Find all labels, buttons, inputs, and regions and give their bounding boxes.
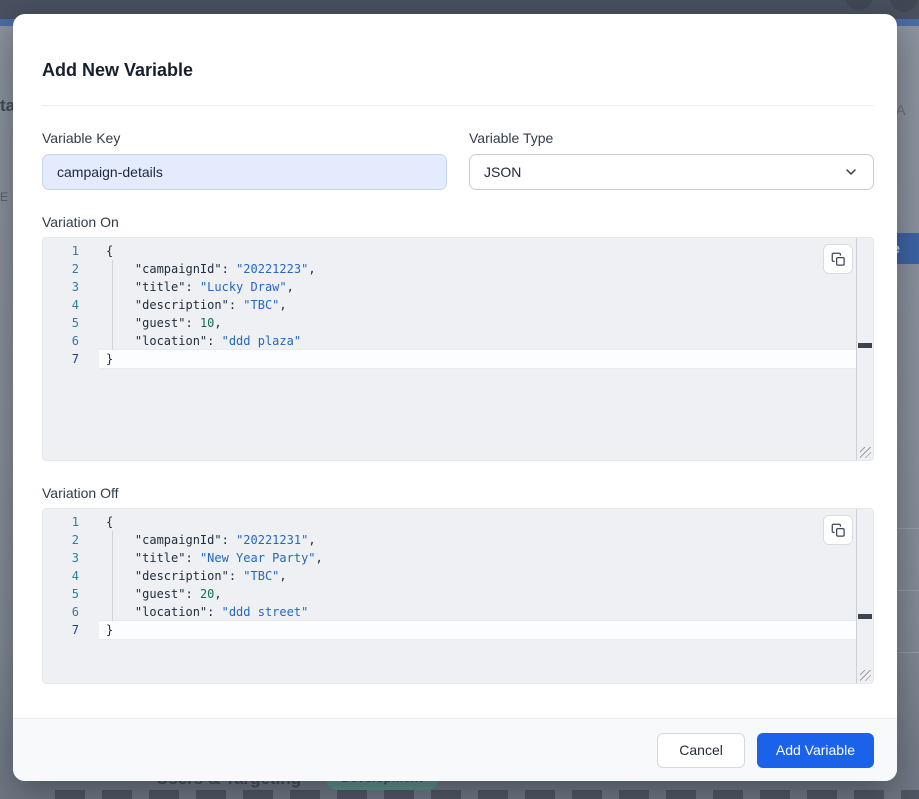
code-line[interactable]: { xyxy=(99,513,857,531)
background-partial-label: E xyxy=(0,190,8,204)
code-line[interactable]: "guest": 20, xyxy=(99,585,857,603)
line-number: 6 xyxy=(43,332,79,350)
scrollbar-thumb[interactable] xyxy=(858,343,872,348)
line-number: 5 xyxy=(43,585,79,603)
add-variable-button[interactable]: Add Variable xyxy=(757,733,874,768)
avatar xyxy=(890,0,918,12)
variable-type-select[interactable]: JSON xyxy=(469,154,874,190)
cancel-button[interactable]: Cancel xyxy=(657,733,745,768)
copy-icon xyxy=(831,523,846,538)
resize-handle[interactable] xyxy=(860,670,871,681)
variable-key-input[interactable] xyxy=(42,154,447,190)
line-number: 2 xyxy=(43,531,79,549)
line-number: 2 xyxy=(43,260,79,278)
variation-on-label: Variation On xyxy=(42,214,874,230)
variable-key-label: Variable Key xyxy=(42,130,447,146)
avatar xyxy=(845,0,873,10)
modal-footer: Cancel Add Variable xyxy=(13,718,897,781)
indent-guide xyxy=(112,260,113,350)
code-area[interactable]: { "campaignId": "20221231", "title": "Ne… xyxy=(99,509,857,683)
scrollbar-track xyxy=(856,238,857,460)
code-line[interactable]: "campaignId": "20221231", xyxy=(99,531,857,549)
code-line[interactable]: { xyxy=(99,242,857,260)
code-line[interactable]: "location": "ddd street" xyxy=(99,603,857,621)
code-line[interactable]: "guest": 10, xyxy=(99,314,857,332)
variation-on-editor[interactable]: 1234567 { "campaignId": "20221223", "tit… xyxy=(42,237,874,461)
variable-type-label: Variable Type xyxy=(469,130,874,146)
screen: tai E 4 A Ne s a ee l Users & Targeting … xyxy=(0,0,919,799)
copy-button[interactable] xyxy=(823,515,853,545)
code-line[interactable]: "title": "Lucky Draw", xyxy=(99,278,857,296)
variable-type-value: JSON xyxy=(484,164,521,180)
line-number: 7 xyxy=(43,350,79,368)
variation-off-label: Variation Off xyxy=(42,485,874,501)
line-number: 3 xyxy=(43,278,79,296)
line-number: 7 xyxy=(43,621,79,639)
scrollbar-thumb[interactable] xyxy=(858,614,872,619)
code-line[interactable]: "description": "TBC", xyxy=(99,567,857,585)
divider xyxy=(42,105,874,106)
line-number: 5 xyxy=(43,314,79,332)
line-number-gutter: 1234567 xyxy=(43,238,79,460)
code-line[interactable]: "campaignId": "20221223", xyxy=(99,260,857,278)
line-number: 6 xyxy=(43,603,79,621)
code-line[interactable]: "description": "TBC", xyxy=(99,296,857,314)
line-number: 4 xyxy=(43,296,79,314)
code-area[interactable]: { "campaignId": "20221223", "title": "Lu… xyxy=(99,238,857,460)
resize-handle[interactable] xyxy=(860,447,871,458)
line-number: 3 xyxy=(43,549,79,567)
code-line[interactable]: } xyxy=(99,621,857,639)
scrollbar-track xyxy=(856,509,857,683)
code-line[interactable]: } xyxy=(99,350,857,368)
copy-icon xyxy=(831,252,846,267)
variation-off-editor[interactable]: 1234567 { "campaignId": "20221231", "tit… xyxy=(42,508,874,684)
add-variable-modal: Add New Variable Variable Key Variable T… xyxy=(13,14,897,781)
line-number: 1 xyxy=(43,242,79,260)
code-line[interactable]: "location": "ddd plaza" xyxy=(99,332,857,350)
chevron-down-icon xyxy=(843,164,859,180)
line-number: 4 xyxy=(43,567,79,585)
copy-button[interactable] xyxy=(823,244,853,274)
line-number-gutter: 1234567 xyxy=(43,509,79,683)
modal-title: Add New Variable xyxy=(42,60,874,81)
background-truncated-row xyxy=(55,790,919,799)
indent-guide xyxy=(112,531,113,621)
code-line[interactable]: "title": "New Year Party", xyxy=(99,549,857,567)
line-number: 1 xyxy=(43,513,79,531)
